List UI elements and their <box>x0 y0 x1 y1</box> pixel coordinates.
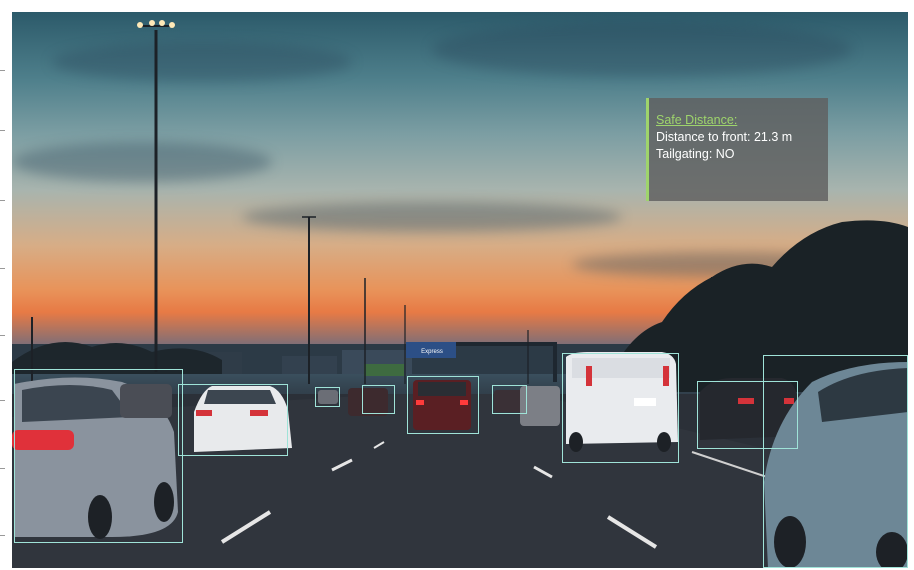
green-sign <box>364 364 404 376</box>
detection-box-car <box>492 385 527 414</box>
lamp <box>149 20 155 26</box>
tailgating-status-text: Tailgating: NO <box>656 147 735 161</box>
distance-to-front-text: Distance to front: 21.3 m <box>656 130 793 144</box>
edge-tick <box>0 70 5 71</box>
edge-tick <box>0 130 5 131</box>
detection-box-car <box>763 355 908 568</box>
edge-tick <box>0 268 5 269</box>
safe-distance-panel: Safe Distance: Distance to front: 21.3 m… <box>646 98 828 201</box>
edge-tick <box>0 468 5 469</box>
lamp <box>169 22 175 28</box>
detection-box-car <box>407 376 479 434</box>
detection-box-car <box>362 385 395 414</box>
safe-distance-title: Safe Distance: <box>656 113 738 127</box>
edge-tick <box>0 200 5 201</box>
detection-box-car <box>315 387 340 407</box>
edge-tick <box>0 335 5 336</box>
detection-box-van <box>562 353 679 463</box>
edge-tick <box>0 535 5 536</box>
detection-box-car <box>14 369 183 543</box>
page: Express Safe Distance: Distance to front… <box>0 0 914 570</box>
detection-box-car <box>178 384 288 456</box>
sign-gantry-post <box>553 342 557 382</box>
edge-tick <box>0 400 5 401</box>
lamp <box>159 20 165 26</box>
camera-frame: Express Safe Distance: Distance to front… <box>12 12 908 568</box>
lamp <box>137 22 143 28</box>
overhead-sign-text: Express <box>421 349 443 355</box>
